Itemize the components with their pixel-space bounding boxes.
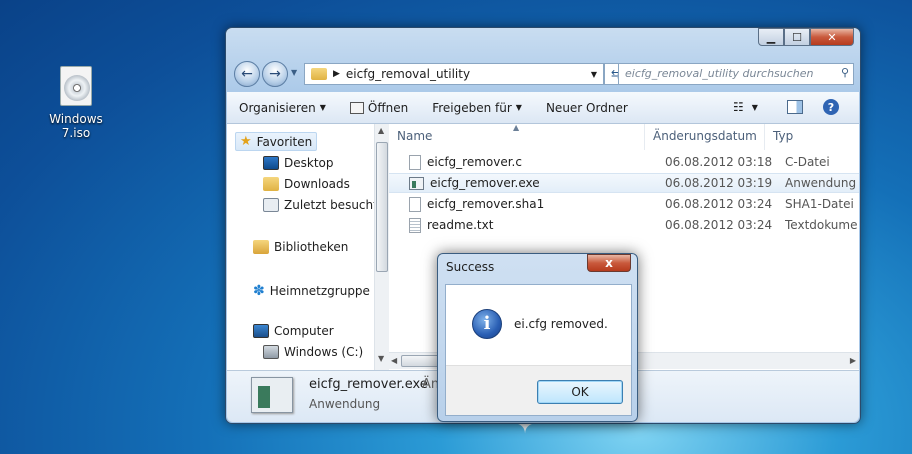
navigation-bar: ← → ▼ ▶ eicfg_removal_utility ▼ ⇆ eicfg_…: [234, 61, 854, 87]
minimize-button[interactable]: ▁: [758, 28, 784, 46]
scrollbar-thumb[interactable]: [376, 142, 388, 272]
details-file-type: Anwendung: [309, 397, 381, 411]
desktop-iso-icon[interactable]: Windows 7.iso: [36, 66, 116, 140]
column-name[interactable]: Name ▲: [389, 123, 645, 150]
recent-places-icon: [263, 198, 279, 212]
exe-file-icon: [409, 176, 424, 190]
info-icon: i: [472, 309, 502, 339]
file-row-selected[interactable]: eicfg_remover.exe 06.08.2012 03:19 Anwen…: [389, 173, 859, 193]
file-row[interactable]: eicfg_remover.sha1 06.08.2012 03:24 SHA1…: [389, 194, 859, 214]
scroll-up-icon[interactable]: ▲: [378, 126, 384, 135]
column-date[interactable]: Änderungsdatum: [645, 124, 765, 150]
close-button[interactable]: ✕: [810, 28, 854, 46]
nav-downloads[interactable]: Downloads: [263, 177, 350, 191]
share-menu[interactable]: Freigeben für ▼: [420, 101, 534, 115]
back-button[interactable]: ←: [234, 61, 260, 87]
file-row[interactable]: eicfg_remover.c 06.08.2012 03:18 C-Datei: [389, 152, 859, 172]
command-bar: Organisieren ▼ Öffnen Freigeben für ▼ Neue…: [227, 92, 859, 124]
folder-icon: [311, 68, 327, 80]
star-icon: ★: [240, 134, 252, 149]
search-placeholder: eicfg_removal_utility durchsuchen: [625, 67, 814, 80]
chevron-down-icon: ▼: [515, 103, 522, 112]
libraries-icon: [253, 240, 269, 254]
text-file-icon: [409, 217, 421, 233]
maximize-button[interactable]: ☐: [784, 28, 810, 46]
search-input[interactable]: eicfg_removal_utility durchsuchen ⚲: [618, 63, 854, 85]
open-app-icon: [349, 101, 364, 114]
computer-icon: [253, 324, 269, 338]
navigation-pane: ★ Favoriten Desktop Downloads Zuletzt be…: [227, 124, 378, 370]
nav-favorites[interactable]: ★ Favoriten: [235, 132, 318, 151]
forward-button[interactable]: →: [262, 61, 288, 87]
sort-ascending-icon: ▲: [513, 123, 520, 132]
scroll-left-icon[interactable]: ◀: [391, 356, 397, 365]
nav-drive-c[interactable]: Windows (C:): [263, 345, 363, 359]
help-icon[interactable]: ?: [823, 99, 839, 115]
large-exe-icon: [251, 377, 293, 413]
details-file-name: eicfg_remover.exe: [309, 377, 428, 392]
file-row[interactable]: readme.txt 06.08.2012 03:24 Textdokume: [389, 215, 859, 235]
open-button[interactable]: Öffnen: [338, 101, 420, 115]
nav-desktop[interactable]: Desktop: [263, 156, 334, 170]
ok-button[interactable]: OK: [537, 380, 623, 404]
window-controls: ▁ ☐ ✕: [758, 28, 854, 46]
nav-homegroup[interactable]: ✽ Heimnetzgruppe: [253, 283, 370, 299]
view-list-icon: ☷: [733, 100, 744, 114]
dialog-body: i ei.cfg removed. OK: [445, 284, 632, 416]
drive-icon: [263, 345, 279, 359]
dialog-title: Success: [446, 260, 495, 274]
nav-scrollbar[interactable]: ▲ ▼: [374, 124, 389, 370]
address-dropdown-icon[interactable]: ▼: [591, 70, 597, 79]
sha1-file-icon: [409, 196, 421, 212]
scroll-down-icon[interactable]: ▼: [378, 354, 384, 363]
preview-pane-icon[interactable]: [787, 100, 803, 114]
recent-pages-chevron-icon[interactable]: ▼: [291, 68, 297, 77]
dialog-footer: OK: [446, 365, 631, 415]
chevron-down-icon: ▼: [751, 102, 758, 112]
downloads-folder-icon: [263, 177, 279, 191]
address-text: eicfg_removal_utility: [345, 67, 471, 81]
dialog-close-button[interactable]: x: [587, 254, 631, 272]
chevron-down-icon: ▼: [319, 103, 326, 112]
success-dialog: Success x i ei.cfg removed. OK: [437, 253, 638, 422]
dialog-message: ei.cfg removed.: [514, 317, 608, 331]
homegroup-icon: ✽: [253, 283, 265, 299]
nav-recent[interactable]: Zuletzt besucht: [263, 198, 378, 212]
view-options-button[interactable]: ☷ ▼: [733, 100, 758, 114]
c-file-icon: [409, 154, 421, 170]
search-icon[interactable]: ⚲: [841, 66, 849, 79]
column-type[interactable]: Typ: [765, 124, 859, 150]
scroll-right-icon[interactable]: ▶: [850, 356, 856, 365]
new-folder-button[interactable]: Neuer Ordner: [534, 101, 640, 115]
nav-computer[interactable]: Computer: [253, 324, 334, 338]
nav-libraries[interactable]: Bibliotheken: [253, 240, 348, 254]
desktop-icon: [263, 156, 279, 170]
organize-menu[interactable]: Organisieren ▼: [227, 101, 338, 115]
desktop-iso-label: Windows 7.iso: [49, 112, 103, 140]
breadcrumb-arrow-icon[interactable]: ▶: [333, 69, 340, 79]
disc-file-icon: [60, 66, 92, 106]
address-bar[interactable]: ▶ eicfg_removal_utility ▼: [304, 63, 604, 85]
